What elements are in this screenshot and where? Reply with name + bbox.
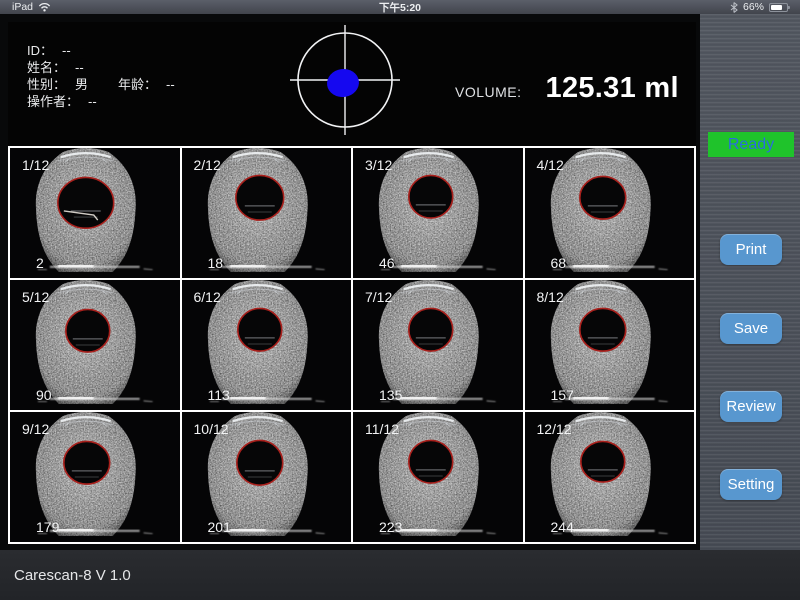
bladder-contour [409, 308, 453, 351]
operator-row: 操作者： -- [27, 93, 175, 110]
bladder-contour [64, 441, 110, 484]
frame-index-label: 11/12 [365, 421, 399, 437]
bluetooth-icon [730, 2, 738, 13]
volume-readout: VOLUME: 125.31 ml [455, 72, 679, 105]
print-button[interactable]: Print [720, 234, 782, 265]
crosshair-target [290, 25, 400, 135]
thumbnail-cell[interactable]: 3/12 46 [353, 148, 523, 278]
bladder-position-marker [325, 67, 361, 99]
frame-index-label: 7/12 [365, 289, 392, 305]
volume-label: VOLUME: [455, 84, 522, 100]
battery-icon [769, 3, 788, 12]
patient-name-label: 姓名： [27, 60, 66, 75]
exam-info-panel: ID： -- 姓名： -- 性别： 男 年龄： -- 操作者： -- VOLUME: 125… [8, 22, 696, 146]
frame-index-label: 6/12 [194, 289, 221, 305]
frame-depth-label: 90 [36, 387, 52, 403]
bladder-contour [237, 308, 281, 351]
thumbnail-cell[interactable]: 7/12 135 [353, 280, 523, 410]
review-button[interactable]: Review [720, 391, 782, 422]
patient-age-label: 年龄： [118, 77, 157, 92]
status-bar: 下午5:20 iPad 66% [0, 0, 800, 14]
footer-bar: Carescan-8 V 1.0 [0, 550, 800, 600]
battery-percent-label: 66% [743, 1, 764, 13]
patient-id-row: ID： -- [27, 42, 175, 59]
frame-index-label: 1/12 [22, 157, 49, 173]
patient-name-row: 姓名： -- [27, 59, 175, 76]
frame-depth-label: 68 [551, 255, 567, 271]
frame-depth-label: 223 [379, 519, 402, 535]
frame-index-label: 9/12 [22, 421, 49, 437]
thumbnail-cell[interactable]: 12/12 244 [525, 412, 695, 542]
bladder-contour [409, 175, 453, 218]
frame-index-label: 2/12 [194, 157, 221, 173]
save-button[interactable]: Save [720, 313, 782, 344]
frame-depth-label: 113 [208, 387, 230, 403]
sidebar: Ready Print Save Review Setting [700, 14, 800, 550]
ready-status-badge: Ready [708, 132, 794, 157]
thumbnail-cell[interactable]: 8/12 157 [525, 280, 695, 410]
frame-depth-label: 157 [551, 387, 574, 403]
wifi-icon [38, 2, 51, 12]
patient-info: ID： -- 姓名： -- 性别： 男 年龄： -- 操作者： -- [27, 42, 175, 110]
patient-id-label: ID： [27, 43, 53, 58]
patient-gender-value: 男 [75, 77, 88, 92]
setting-button[interactable]: Setting [720, 469, 782, 500]
carrier-label: iPad [12, 1, 33, 13]
frame-index-label: 12/12 [537, 421, 572, 437]
frame-depth-label: 244 [551, 519, 574, 535]
bladder-contour [579, 308, 625, 351]
frame-depth-label: 201 [208, 519, 231, 535]
thumbnail-cell[interactable]: 10/12 201 [182, 412, 352, 542]
clock-label: 下午5:20 [0, 0, 800, 15]
patient-gender-age-row: 性别： 男 年龄： -- [27, 76, 175, 93]
bladder-contour [409, 440, 453, 483]
bladder-contour [235, 175, 283, 220]
patient-name-value: -- [75, 60, 84, 75]
frame-depth-label: 46 [379, 255, 395, 271]
bladder-contour [236, 440, 282, 485]
main-content: ID： -- 姓名： -- 性别： 男 年龄： -- 操作者： -- VOLUME: 125… [0, 14, 700, 550]
bladder-contour [66, 309, 110, 352]
thumbnail-cell[interactable]: 9/12 179 [10, 412, 180, 542]
volume-value: 125.31 ml [546, 72, 679, 105]
frame-index-label: 8/12 [537, 289, 564, 305]
thumbnail-cell[interactable]: 5/12 90 [10, 280, 180, 410]
frame-depth-label: 179 [36, 519, 59, 535]
frame-depth-label: 2 [36, 255, 44, 271]
frame-index-label: 5/12 [22, 289, 49, 305]
app-version-label: Carescan-8 V 1.0 [14, 567, 131, 584]
operator-value: -- [88, 94, 97, 109]
thumbnail-grid: 1/12 2 2/12 18 3/12 46 4/12 68 5/12 90 6/12 113 7/12… [8, 146, 696, 544]
thumbnail-cell[interactable]: 4/12 68 [525, 148, 695, 278]
thumbnail-cell[interactable]: 1/12 2 [10, 148, 180, 278]
bladder-contour [58, 177, 114, 228]
bladder-contour [579, 176, 625, 219]
patient-id-value: -- [62, 43, 71, 58]
operator-label: 操作者： [27, 94, 79, 109]
patient-age-value: -- [166, 77, 175, 92]
frame-index-label: 4/12 [537, 157, 564, 173]
thumbnail-cell[interactable]: 11/12 223 [353, 412, 523, 542]
thumbnail-cell[interactable]: 6/12 113 [182, 280, 352, 410]
frame-index-label: 3/12 [365, 157, 392, 173]
frame-index-label: 10/12 [194, 421, 229, 437]
frame-depth-label: 135 [379, 387, 402, 403]
patient-gender-label: 性别： [27, 77, 66, 92]
thumbnail-cell[interactable]: 2/12 18 [182, 148, 352, 278]
frame-depth-label: 18 [208, 255, 224, 271]
